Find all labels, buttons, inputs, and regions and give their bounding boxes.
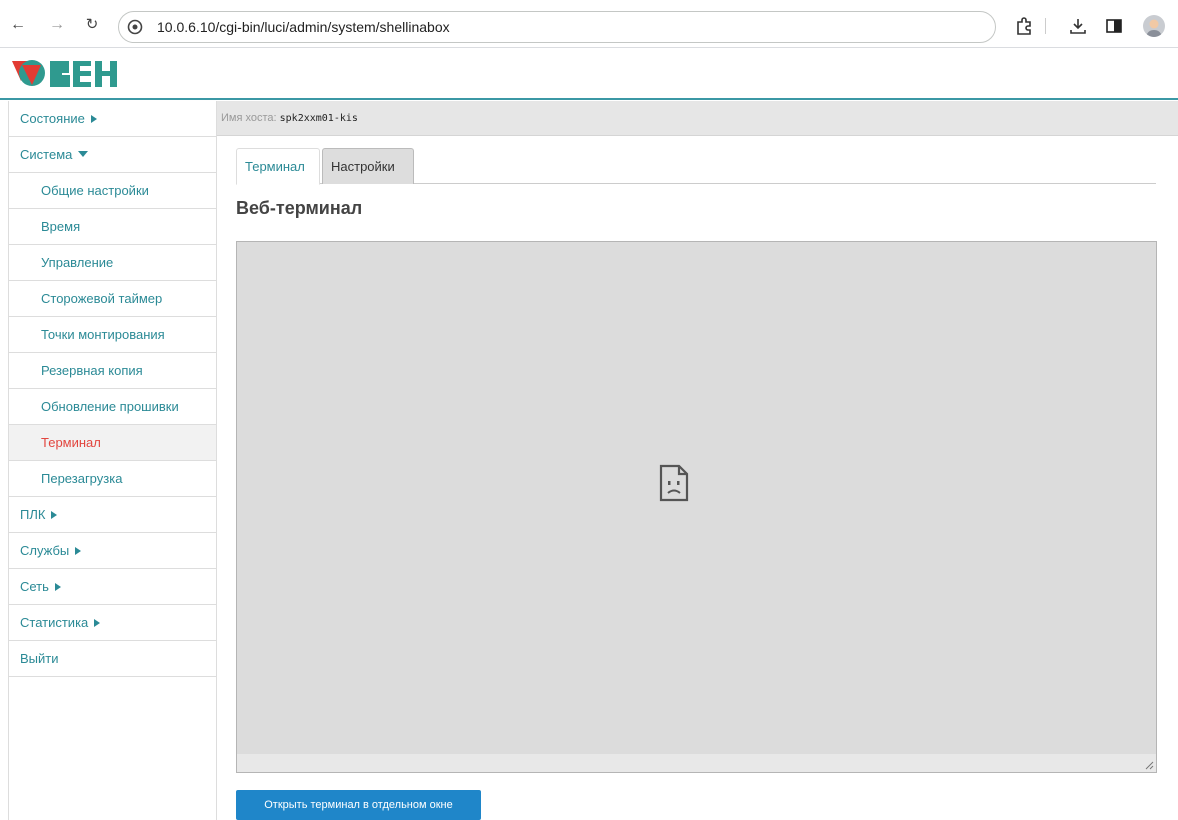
caret-down-icon — [78, 151, 89, 157]
menu-administration[interactable]: Управление — [9, 245, 216, 281]
back-button[interactable]: ← — [10, 17, 26, 33]
url-text[interactable]: 10.0.6.10/cgi-bin/luci/admin/system/shel… — [157, 19, 450, 35]
menu-label: Сеть — [20, 579, 49, 594]
menu-status[interactable]: Состояние — [9, 101, 216, 137]
sad-page-icon — [659, 464, 689, 502]
avatar-icon — [1146, 19, 1162, 37]
menu-terminal[interactable]: Терминал — [9, 425, 216, 461]
download-icon[interactable] — [1068, 16, 1088, 36]
tab-bar: Терминал Настройки — [236, 148, 1156, 185]
browser-toolbar: ← → ↻ 10.0.6.10/cgi-bin/luci/admin/syste… — [0, 0, 1178, 48]
menu-plc[interactable]: ПЛК — [9, 497, 216, 533]
menu-watchdog[interactable]: Сторожевой таймер — [9, 281, 216, 317]
hostname-value: spk2xxm01-kis — [279, 113, 358, 124]
open-terminal-new-window-button[interactable]: Открыть терминал в отдельном окне — [236, 790, 481, 820]
menu-logout[interactable]: Выйти — [9, 641, 216, 677]
menu-label: Система — [20, 147, 73, 162]
tab-settings[interactable]: Настройки — [322, 148, 414, 184]
caret-right-icon — [54, 583, 61, 591]
sidebar-menu: Состояние Система Общие настройки Время … — [8, 101, 217, 820]
menu-label: Службы — [20, 543, 70, 558]
reload-button[interactable]: ↻ — [84, 17, 100, 33]
frame-footer-strip — [237, 754, 1156, 772]
owen-logo[interactable] — [10, 55, 140, 93]
side-panel-icon[interactable] — [1104, 16, 1124, 36]
menu-statistics[interactable]: Статистика — [9, 605, 216, 641]
menu-backup[interactable]: Резервная копия — [9, 353, 216, 389]
caret-right-icon — [75, 547, 82, 555]
caret-right-icon — [51, 511, 58, 519]
page-title: Веб-терминал — [236, 198, 363, 218]
menu-general-settings[interactable]: Общие настройки — [9, 173, 216, 209]
caret-right-icon — [94, 619, 101, 627]
resize-handle-icon[interactable] — [1144, 760, 1154, 770]
forward-button[interactable]: → — [49, 17, 65, 33]
menu-network[interactable]: Сеть — [9, 569, 216, 605]
menu-label: Состояние — [20, 111, 85, 126]
site-info-icon[interactable] — [127, 19, 143, 35]
address-bar[interactable]: 10.0.6.10/cgi-bin/luci/admin/system/shel… — [118, 11, 996, 43]
page-header — [0, 49, 1178, 100]
menu-system[interactable]: Система — [9, 137, 216, 173]
menu-label: Статистика — [20, 615, 89, 630]
extensions-icon[interactable] — [1014, 16, 1034, 36]
hostname-label: Имя хоста: — [221, 112, 277, 124]
menu-label: ПЛК — [20, 507, 46, 522]
toolbar-separator — [1045, 18, 1046, 34]
profile-avatar[interactable] — [1143, 15, 1165, 37]
menu-time[interactable]: Время — [9, 209, 216, 245]
hostname-bar: Имя хоста: spk2xxm01-kis — [217, 101, 1178, 136]
menu-reboot[interactable]: Перезагрузка — [9, 461, 216, 497]
menu-firmware-update[interactable]: Обновление прошивки — [9, 389, 216, 425]
menu-services[interactable]: Службы — [9, 533, 216, 569]
menu-mount-points[interactable]: Точки монтирования — [9, 317, 216, 353]
tab-terminal[interactable]: Терминал — [236, 148, 320, 185]
caret-right-icon — [90, 115, 97, 123]
terminal-frame[interactable] — [236, 241, 1157, 773]
